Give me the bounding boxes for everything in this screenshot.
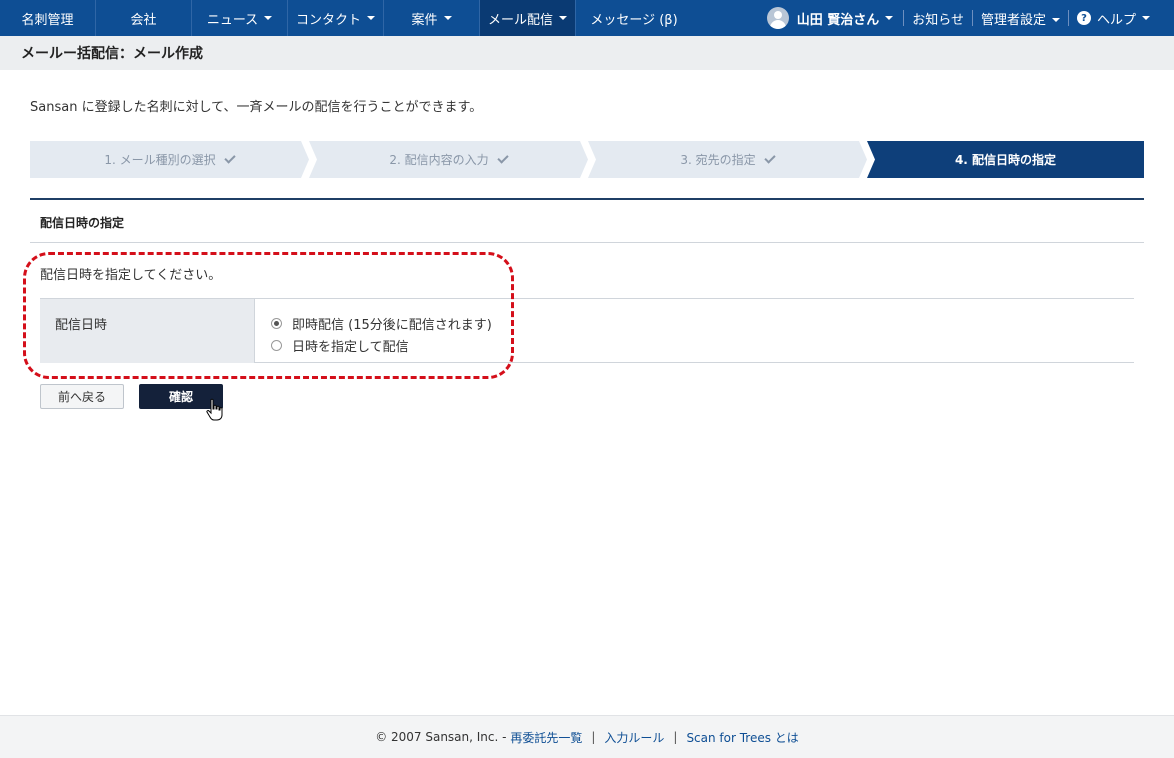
- caret-down-icon: [559, 16, 567, 20]
- check-icon: [224, 152, 235, 163]
- intro-text: Sansan に登録した名刺に対して、一斉メールの配信を行うことができます。: [30, 100, 483, 115]
- user-name: 山田 賢治さん: [796, 12, 880, 28]
- step-4: 4. 配信日時の指定: [867, 141, 1144, 178]
- field-label: 配信日時: [40, 299, 255, 363]
- user-menu[interactable]: 山田 賢治さん: [766, 7, 904, 29]
- nav-item-company[interactable]: 会社: [96, 0, 192, 36]
- top-nav: 名刺管理 会社 ニュース コンタクト 案件 メール配信 メッセージ (β) 山田…: [0, 0, 1174, 36]
- step-2: 2. 配信内容の入力: [309, 141, 588, 178]
- caret-down-icon: [443, 16, 452, 20]
- page-header: メールー括配信：メール作成: [0, 36, 1174, 70]
- notice-link[interactable]: お知らせ: [904, 9, 972, 28]
- check-icon: [764, 152, 775, 163]
- question-icon: ?: [1076, 11, 1091, 25]
- nav-item-news[interactable]: ニュース: [192, 0, 288, 36]
- nav-right: 山田 賢治さん お知らせ 管理者設定 ? ヘルプ: [766, 0, 1174, 36]
- nav-item-deals[interactable]: 案件: [384, 0, 480, 36]
- step-progress: 1. メール種別の選択 2. 配信内容の入力 3. 宛先の指定 4. 配信日時の…: [30, 141, 1144, 178]
- caret-down-icon: [367, 16, 375, 20]
- step-3: 3. 宛先の指定: [588, 141, 867, 178]
- nav-item-messages[interactable]: メッセージ (β): [576, 0, 692, 36]
- page-title: メールー括配信：メール作成: [21, 46, 203, 62]
- caret-down-icon: [1142, 16, 1150, 20]
- subcontractor-list-link[interactable]: 再委託先一覧: [510, 729, 582, 746]
- nav-item-cards[interactable]: 名刺管理: [0, 0, 96, 36]
- copyright: © 2007 Sansan, Inc. -: [375, 730, 507, 744]
- radio-checked-icon[interactable]: [271, 318, 282, 329]
- section-title: 配信日時の指定: [40, 216, 125, 230]
- help-menu[interactable]: ? ヘルプ: [1069, 9, 1174, 28]
- radio-unchecked-icon[interactable]: [271, 340, 282, 351]
- check-icon: [497, 152, 508, 163]
- caret-down-icon: [1051, 18, 1060, 22]
- footer-separator: |: [591, 730, 596, 744]
- scan-for-trees-link[interactable]: Scan for Trees とは: [686, 729, 798, 746]
- section-divider: [30, 242, 1144, 243]
- back-button[interactable]: 前へ戻る: [40, 384, 124, 409]
- nav-item-contact[interactable]: コンタクト: [288, 0, 384, 36]
- instruction-text: 配信日時を指定してください。: [40, 268, 222, 283]
- footer-separator: |: [673, 730, 678, 744]
- caret-down-icon: [264, 16, 273, 20]
- admin-settings-menu[interactable]: 管理者設定: [973, 9, 1068, 28]
- nav-item-mail-delivery[interactable]: メール配信: [480, 0, 576, 36]
- step-1: 1. メール種別の選択: [30, 141, 309, 178]
- input-rules-link[interactable]: 入力ルール: [604, 729, 664, 746]
- caret-down-icon: [885, 16, 894, 20]
- hand-cursor-icon: [206, 398, 223, 421]
- avatar-icon: [766, 7, 789, 29]
- delivery-datetime-form: 配信日時 即時配信 (15分後に配信されます) 日時を指定して配信: [40, 298, 1134, 363]
- radio-scheduled[interactable]: 日時を指定して配信: [271, 336, 409, 355]
- radio-immediate[interactable]: 即時配信 (15分後に配信されます): [271, 314, 492, 333]
- footer: © 2007 Sansan, Inc. - 再委託先一覧 | 入力ルール | S…: [0, 715, 1174, 758]
- section-divider: [30, 198, 1144, 200]
